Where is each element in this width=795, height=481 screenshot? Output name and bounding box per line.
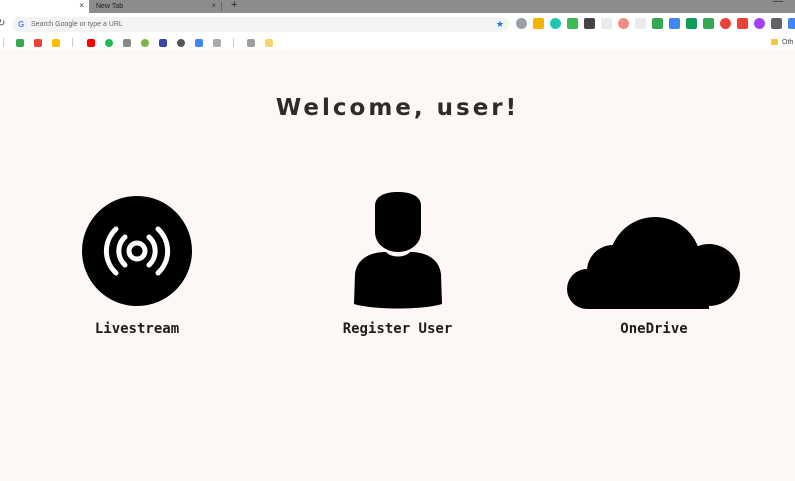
onedrive-tile[interactable]: OneDrive xyxy=(564,215,744,346)
browser-toolbar: ↻ G Search Google or type a URL ★ xyxy=(0,13,795,35)
reload-icon[interactable]: ↻ xyxy=(0,18,5,30)
extension-icon[interactable] xyxy=(686,18,697,29)
bookmark-icon[interactable] xyxy=(247,39,255,47)
extension-icon[interactable] xyxy=(720,18,731,29)
extension-icon[interactable] xyxy=(584,18,595,29)
bookmark-folder-icon[interactable] xyxy=(265,39,273,47)
bookmark-separator xyxy=(233,38,234,47)
extension-icon[interactable] xyxy=(567,18,578,29)
broadcast-icon xyxy=(82,196,192,306)
cloud-icon xyxy=(567,217,740,309)
tab-label: New Tab xyxy=(96,3,124,10)
bookmark-separator xyxy=(72,38,73,47)
extension-icon[interactable] xyxy=(737,18,748,29)
extension-icon[interactable] xyxy=(635,18,646,29)
page-title: Welcome, user! xyxy=(275,95,520,121)
extension-icon[interactable] xyxy=(669,18,680,29)
other-bookmarks-label: Oth xyxy=(782,39,794,46)
bookmark-keep-icon[interactable] xyxy=(52,39,60,47)
bookmark-youtube-icon[interactable] xyxy=(87,39,95,47)
user-icon xyxy=(354,192,442,309)
bookmark-drive-icon[interactable] xyxy=(16,39,24,47)
bookmark-star-icon[interactable]: ★ xyxy=(496,17,504,32)
extension-icon[interactable] xyxy=(703,18,714,29)
minimize-icon[interactable]: — xyxy=(773,0,783,7)
omnibox-input[interactable]: Search Google or type a URL xyxy=(31,17,123,32)
register-user-label: Register User xyxy=(342,321,453,337)
bookmark-icon[interactable] xyxy=(213,39,221,47)
tab-strip: × New Tab × + — xyxy=(0,0,795,13)
extension-icon[interactable] xyxy=(550,18,561,29)
other-bookmarks[interactable]: Oth xyxy=(771,37,793,48)
register-user-tile[interactable]: Register User xyxy=(330,190,465,346)
tab-active[interactable]: × xyxy=(0,0,89,13)
omnibox[interactable]: G Search Google or type a URL ★ xyxy=(12,17,509,32)
extension-icon[interactable] xyxy=(771,18,782,29)
tab-close-icon[interactable]: × xyxy=(79,0,84,12)
bookmark-spotify-icon[interactable] xyxy=(105,39,113,47)
bookmark-icon[interactable] xyxy=(141,39,149,47)
bookmarks-bar: Oth xyxy=(0,35,795,50)
extension-icon[interactable] xyxy=(618,18,629,29)
bookmark-gmail-icon[interactable] xyxy=(34,39,42,47)
new-tab-button[interactable]: + xyxy=(231,0,237,12)
extension-icon[interactable] xyxy=(652,18,663,29)
extension-icon[interactable] xyxy=(601,18,612,29)
onedrive-label: OneDrive xyxy=(620,321,688,337)
google-icon: G xyxy=(18,20,25,29)
livestream-tile[interactable]: Livestream xyxy=(72,196,202,346)
extension-icon[interactable] xyxy=(516,18,527,29)
bookmark-icon[interactable] xyxy=(123,39,131,47)
extension-icon[interactable] xyxy=(788,18,795,29)
extension-icons xyxy=(516,18,795,30)
bookmark-separator xyxy=(3,38,4,47)
bookmark-icon[interactable] xyxy=(159,39,167,47)
folder-icon xyxy=(771,39,778,45)
extension-icon[interactable] xyxy=(754,18,765,29)
extension-icon[interactable] xyxy=(533,18,544,29)
tab-new-tab[interactable]: New Tab × xyxy=(90,0,221,13)
tab-close-icon[interactable]: × xyxy=(211,0,216,12)
livestream-label: Livestream xyxy=(94,321,180,337)
bookmark-icon[interactable] xyxy=(177,39,185,47)
tab-divider xyxy=(221,2,222,11)
bookmark-icon[interactable] xyxy=(195,39,203,47)
